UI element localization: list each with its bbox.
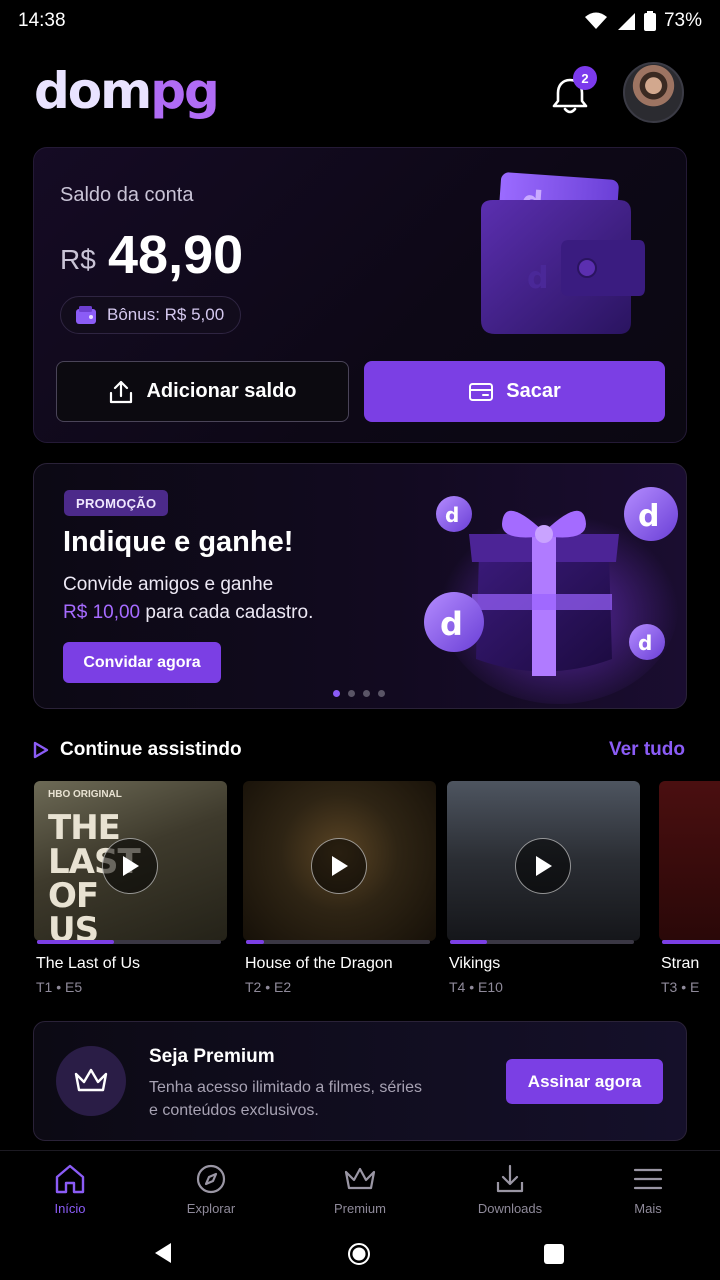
premium-badge: [56, 1046, 126, 1116]
svg-text:d: d: [445, 503, 459, 527]
notification-badge: 2: [573, 66, 597, 90]
play-icon: [536, 856, 552, 876]
add-balance-label: Adicionar saldo: [146, 380, 297, 402]
video-card[interactable]: Stran T3 • E: [659, 781, 720, 995]
nav-item-home[interactable]: Início: [15, 1163, 125, 1216]
recents-icon[interactable]: [544, 1244, 564, 1264]
svg-text:d: d: [527, 261, 548, 296]
play-button[interactable]: [102, 838, 158, 894]
watch-progress: [450, 940, 634, 944]
play-icon: [123, 856, 139, 876]
promo-banner[interactable]: PROMOÇÃO Indique e ganhe! Convide amigos…: [33, 463, 687, 709]
premium-title: Seja Premium: [149, 1046, 275, 1067]
video-thumbnail[interactable]: [447, 781, 640, 941]
crown-icon: [344, 1167, 376, 1190]
user-avatar[interactable]: [623, 62, 684, 123]
home-icon: [55, 1164, 85, 1194]
carousel-dot[interactable]: [333, 690, 340, 697]
video-title: The Last of Us: [36, 955, 141, 972]
app-logo: dompg: [34, 62, 220, 120]
watch-progress: [37, 940, 221, 944]
compass-icon: [196, 1164, 226, 1194]
bonus-text: Bônus: R$ 5,00: [107, 305, 225, 324]
status-time: 14:38: [18, 10, 66, 31]
nav-item-explore[interactable]: Explorar: [156, 1163, 266, 1216]
crown-icon: [74, 1068, 108, 1092]
premium-banner: Seja Premium Tenha acesso ilimitado a fi…: [33, 1021, 687, 1141]
promo-amount: R$ 10,00: [63, 602, 141, 623]
signal-icon: [617, 13, 635, 30]
play-outline-icon: [33, 741, 49, 759]
add-balance-button[interactable]: Adicionar saldo: [56, 361, 349, 422]
carousel-dot[interactable]: [348, 690, 355, 697]
video-thumbnail[interactable]: [243, 781, 436, 941]
wifi-icon: [584, 12, 607, 29]
svg-text:d: d: [440, 605, 463, 643]
play-button[interactable]: [311, 838, 367, 894]
play-button[interactable]: [515, 838, 571, 894]
wallet-small-icon: [76, 306, 96, 324]
video-title: Stran: [661, 955, 700, 972]
video-card[interactable]: House of the Dragon T2 • E2: [243, 781, 436, 995]
withdraw-label: Sacar: [506, 380, 561, 402]
nav-item-more[interactable]: Mais: [593, 1163, 703, 1216]
nav-item-premium[interactable]: Premium: [305, 1163, 415, 1216]
promo-title: Indique e ganhe!: [63, 526, 294, 558]
status-icons: 73%: [584, 10, 702, 32]
carousel-dot[interactable]: [378, 690, 385, 697]
video-card[interactable]: Vikings T4 • E10: [447, 781, 640, 995]
section-title: Continue assistindo: [60, 739, 242, 760]
video-episode: T1 • E5: [36, 979, 83, 995]
continue-watching-header: Continue assistindo Ver tudo: [33, 738, 687, 764]
video-episode: T4 • E10: [449, 979, 503, 995]
video-thumbnail[interactable]: HBO ORIGINAL THE LAST OF US: [34, 781, 227, 941]
video-title: House of the Dragon: [245, 955, 393, 972]
video-title: Vikings: [449, 955, 501, 972]
subscribe-button[interactable]: Assinar agora: [506, 1059, 663, 1104]
video-thumbnail[interactable]: [659, 781, 720, 941]
carousel-dot[interactable]: [363, 690, 370, 697]
promo-text-line2: R$ 10,00 para cada cadastro.: [63, 602, 314, 623]
balance-card: Saldo da conta R$ 48,90 Bônus: R$ 5,00 d…: [33, 147, 687, 443]
carousel-dots: [333, 690, 385, 697]
menu-icon: [633, 1168, 663, 1190]
svg-text:d: d: [638, 499, 659, 534]
invite-button[interactable]: Convidar agora: [63, 642, 221, 683]
video-episode: T2 • E2: [245, 979, 292, 995]
bonus-badge: Bônus: R$ 5,00: [60, 296, 242, 334]
battery-percent: 73%: [663, 10, 702, 31]
continue-watching-carousel[interactable]: HBO ORIGINAL THE LAST OF US The Last of …: [0, 781, 720, 1001]
premium-description: Tenha acesso ilimitado a filmes, séries …: [149, 1079, 423, 1119]
withdraw-button[interactable]: Sacar: [364, 361, 665, 422]
balance-currency: R$: [60, 244, 96, 275]
play-icon: [332, 856, 348, 876]
nav-item-downloads[interactable]: Downloads: [455, 1163, 565, 1216]
card-icon: [469, 382, 494, 401]
promo-tag: PROMOÇÃO: [64, 490, 169, 516]
system-navigation-bar: [0, 1226, 720, 1280]
balance-label: Saldo da conta: [60, 184, 194, 206]
bottom-navigation: Início Explorar Premium Downloads Mais: [0, 1150, 720, 1226]
see-all-link[interactable]: Ver tudo: [609, 739, 685, 761]
video-episode: T3 • E: [661, 979, 700, 995]
watch-progress: [662, 940, 720, 944]
svg-text:d: d: [638, 631, 652, 655]
watch-progress: [246, 940, 430, 944]
balance-value: 48,90: [108, 225, 244, 285]
video-card[interactable]: HBO ORIGINAL THE LAST OF US The Last of …: [34, 781, 227, 995]
wallet-illustration: d d: [481, 172, 645, 334]
upload-icon: [110, 380, 133, 403]
battery-icon: [643, 11, 656, 31]
back-icon[interactable]: [153, 1242, 173, 1264]
download-icon: [496, 1164, 524, 1193]
app-header: dompg: [0, 58, 720, 128]
promo-text-line1: Convide amigos e ganhe: [63, 574, 274, 595]
home-circle-icon[interactable]: [347, 1242, 371, 1266]
gift-illustration: d d d d: [424, 487, 679, 704]
status-bar: 14:38 73%: [0, 0, 720, 42]
